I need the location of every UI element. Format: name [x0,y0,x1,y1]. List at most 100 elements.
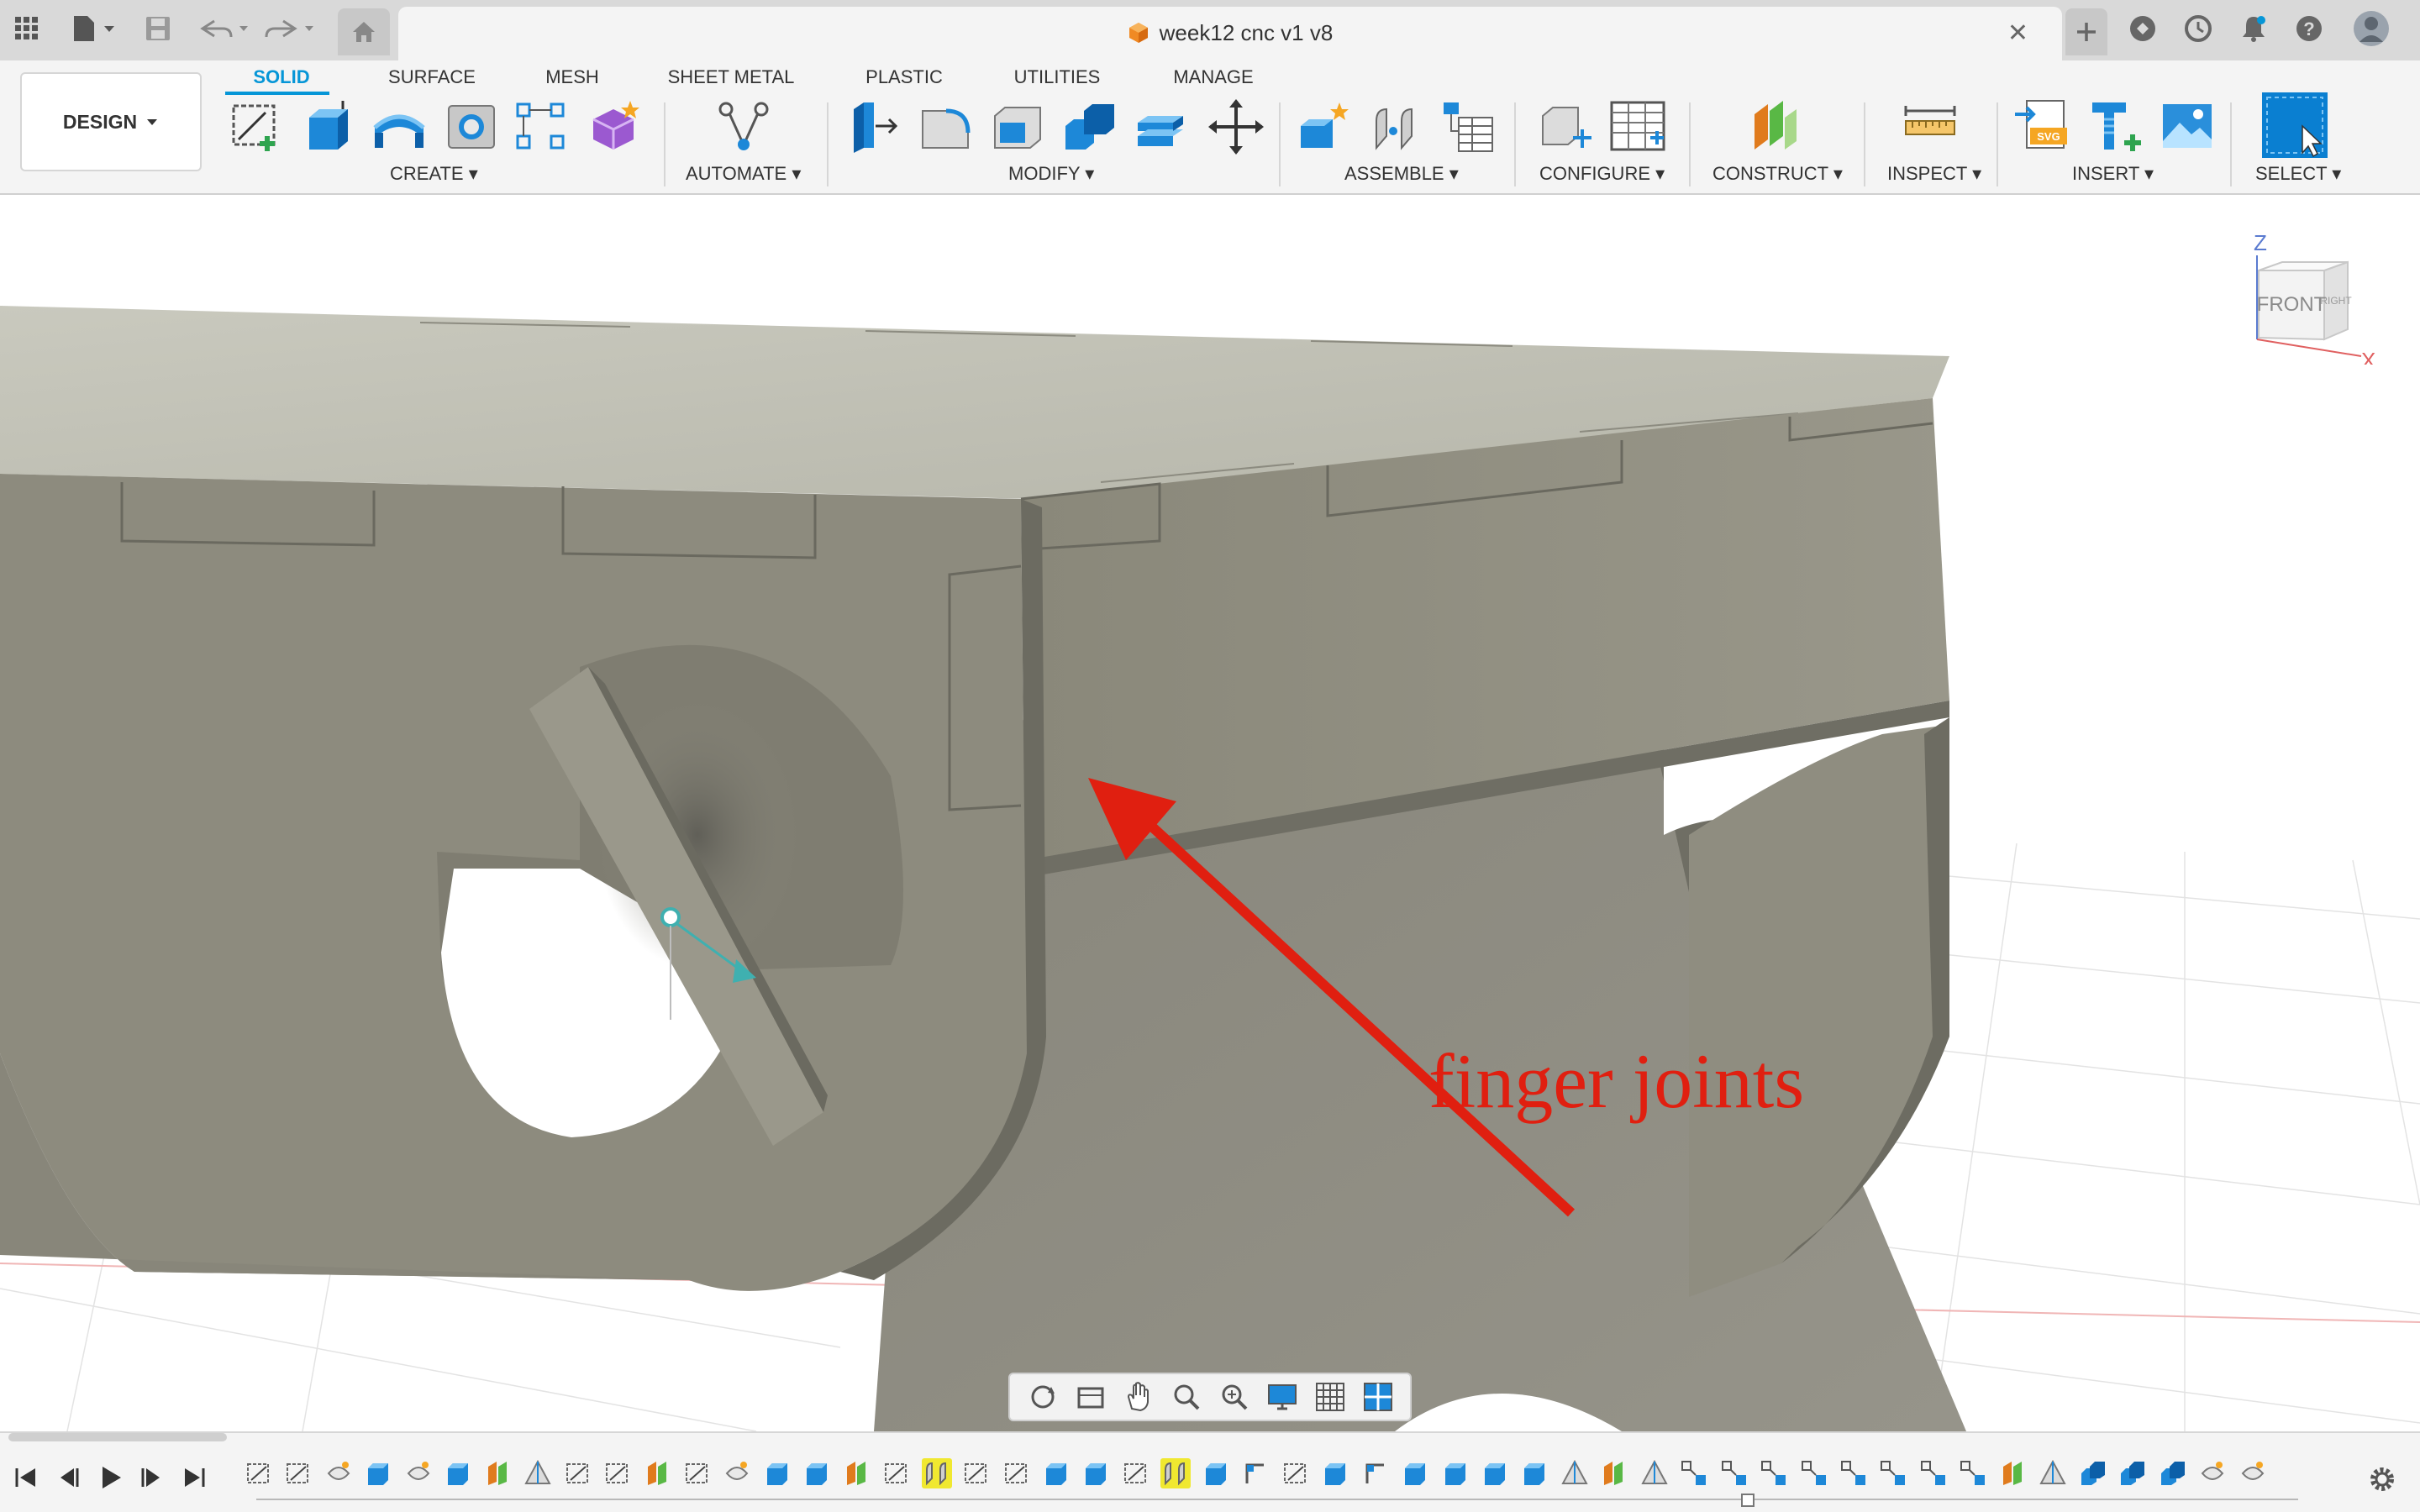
timeline-feature-plane-icon[interactable] [1599,1458,1629,1488]
step-back-icon[interactable] [54,1463,82,1492]
measure-icon[interactable] [1901,97,1960,156]
zoom-icon[interactable] [1170,1380,1203,1414]
timeline-feature-extrude-icon[interactable] [1041,1458,1071,1488]
insert-svg-icon[interactable]: SVG [2013,97,2072,156]
model-scene[interactable] [0,197,2420,1431]
timeline-feature-extrude-icon[interactable] [762,1458,792,1488]
new-component-icon[interactable] [1296,97,1355,156]
timeline-feature-pattern-icon[interactable] [1958,1458,1988,1488]
timeline-feature-pattern-icon[interactable] [1719,1458,1749,1488]
timeline-feature-sketch-icon[interactable] [1121,1458,1151,1488]
press-pull-icon[interactable] [845,97,904,156]
timeline-feature-sketch-icon[interactable] [881,1458,912,1488]
timeline-feature-sketch-icon[interactable] [1002,1458,1032,1488]
timeline-feature-corner-icon[interactable] [1360,1458,1391,1488]
workspace-switcher-button[interactable]: DESIGN [20,72,202,171]
apps-grid-icon[interactable] [8,10,45,47]
inspect-menu[interactable]: INSPECT ▾ [1887,163,1981,185]
timeline-feature-plane-icon[interactable] [1998,1458,2028,1488]
configure-icon[interactable] [1536,97,1595,156]
timeline-feature-sketch-icon[interactable] [244,1458,274,1488]
display-settings-icon[interactable] [1265,1380,1299,1414]
offset-plane-icon[interactable] [1746,97,1805,156]
configure-menu[interactable]: CONFIGURE ▾ [1539,163,1665,185]
create-sketch-icon[interactable] [227,97,286,156]
timeline-feature-form-icon[interactable] [2238,1458,2268,1488]
revolve-icon[interactable] [370,97,429,156]
timeline-feature-joint-icon[interactable] [1160,1458,1191,1488]
configuration-table-icon[interactable] [1608,97,1667,156]
new-tab-plus-icon[interactable] [2065,8,2107,55]
timeline-feature-draft-icon[interactable] [523,1458,553,1488]
offset-face-icon[interactable] [1131,97,1190,156]
select-icon[interactable] [2262,92,2328,158]
timeline-feature-pattern-icon[interactable] [1839,1458,1869,1488]
grid-settings-icon[interactable] [1313,1380,1347,1414]
canvas-viewport[interactable]: finger joints Z X FRONT RIGHT [0,197,2420,1431]
construct-menu[interactable]: CONSTRUCT ▾ [1712,163,1843,185]
tab-sheet-metal[interactable]: SHEET METAL [664,60,798,94]
timeline-feature-form-icon[interactable] [403,1458,434,1488]
timeline-feature-pattern-icon[interactable] [1799,1458,1829,1488]
combine-icon[interactable] [1060,97,1119,156]
timeline-feature-extrude-icon[interactable] [363,1458,393,1488]
timeline-feature-form-icon[interactable] [722,1458,752,1488]
go-to-end-icon[interactable] [180,1463,208,1492]
tab-utilities[interactable]: UTILITIES [1005,60,1109,94]
automate-menu[interactable]: AUTOMATE ▾ [686,163,801,185]
timeline-feature-corner-icon[interactable] [1240,1458,1270,1488]
job-status-icon[interactable] [2180,10,2217,47]
insert-mcmaster-icon[interactable] [2086,97,2144,156]
timeline-feature-sketch-icon[interactable] [602,1458,633,1488]
timeline-feature-sketch-icon[interactable] [1281,1458,1311,1488]
hole-icon[interactable] [442,97,501,156]
play-icon[interactable] [96,1463,124,1492]
orbit-icon[interactable] [1026,1380,1060,1414]
timeline-feature-extrude-icon[interactable] [1480,1458,1510,1488]
bill-of-materials-icon[interactable] [1439,97,1497,156]
timeline-feature-sketch-icon[interactable] [682,1458,713,1488]
save-icon[interactable] [139,10,176,47]
timeline-position-marker[interactable] [1741,1494,1754,1507]
timeline-feature-sketch-icon[interactable] [283,1458,313,1488]
step-forward-icon[interactable] [138,1463,166,1492]
timeline-settings-gear-icon[interactable] [2368,1465,2396,1494]
move-copy-icon[interactable] [1207,97,1265,156]
view-cube[interactable]: Z X FRONT RIGHT [2235,222,2378,365]
pan-hand-icon[interactable] [1122,1380,1155,1414]
notifications-bell-icon[interactable] [2235,10,2272,47]
timeline-feature-extrude-icon[interactable] [1440,1458,1470,1488]
user-avatar-icon[interactable] [2353,10,2390,47]
fillet-icon[interactable] [916,97,975,156]
create-menu[interactable]: CREATE ▾ [390,163,478,185]
insert-canvas-icon[interactable] [2158,97,2217,156]
fit-zoom-icon[interactable] [1218,1380,1251,1414]
look-at-icon[interactable] [1074,1380,1107,1414]
timeline-feature-form-icon[interactable] [2197,1458,2228,1488]
timeline-feature-extrude-icon[interactable] [1201,1458,1231,1488]
timeline-feature-pattern-icon[interactable] [1918,1458,1949,1488]
timeline-feature-extrude-icon[interactable] [1400,1458,1430,1488]
help-icon[interactable]: ? [2291,10,2328,47]
undo-icon[interactable] [195,10,254,47]
go-to-start-icon[interactable] [12,1463,40,1492]
timeline-feature-extrude-icon[interactable] [1081,1458,1111,1488]
timeline-feature-sketch-icon[interactable] [563,1458,593,1488]
close-tab-icon[interactable]: ✕ [2007,18,2028,48]
home-icon[interactable] [338,8,390,55]
pattern-icon[interactable] [513,97,571,156]
viewport-scrollbar[interactable] [8,1433,227,1441]
timeline-feature-combine-icon[interactable] [2078,1458,2108,1488]
select-menu[interactable]: SELECT ▾ [2255,163,2341,185]
tab-surface[interactable]: SURFACE [380,60,484,94]
tab-manage[interactable]: MANAGE [1165,60,1262,94]
extrude-icon[interactable] [299,97,358,156]
timeline-feature-plane-icon[interactable] [643,1458,673,1488]
timeline-feature-combine-icon[interactable] [2158,1458,2188,1488]
timeline-feature-joint-icon[interactable] [922,1458,952,1488]
insert-menu[interactable]: INSERT ▾ [2072,163,2154,185]
timeline-feature-pattern-icon[interactable] [1759,1458,1789,1488]
timeline-feature-draft-icon[interactable] [1639,1458,1670,1488]
timeline-feature-plane-icon[interactable] [842,1458,872,1488]
assemble-menu[interactable]: ASSEMBLE ▾ [1344,163,1459,185]
